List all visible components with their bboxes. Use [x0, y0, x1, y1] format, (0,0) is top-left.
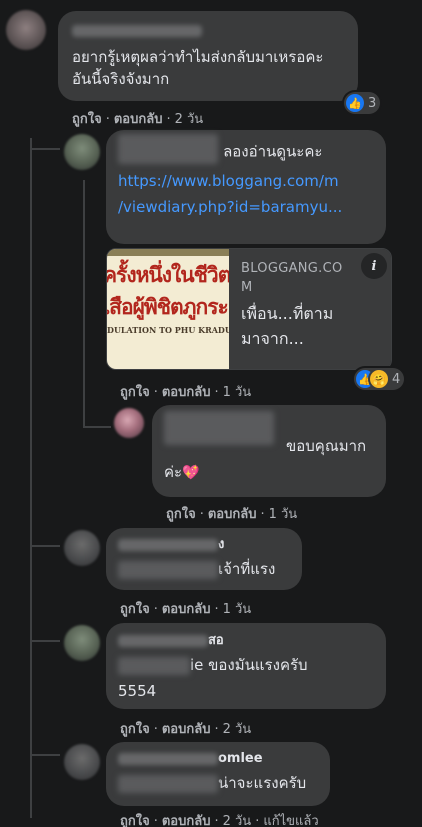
comment-header: ลองอ่านดูนะคะ	[118, 134, 374, 164]
comment-text: อันนี้จริงจังมาก	[72, 70, 170, 88]
comment-actions: ถูกใจ · ตอบกลับ · 1 วัน	[120, 602, 252, 617]
comment-text: 5554	[118, 682, 157, 700]
comment-text: ค่ะ	[164, 463, 183, 481]
reply-button[interactable]: ตอบกลับ	[162, 602, 211, 617]
comment-actions: ถูกใจ · ตอบกลับ · 2 วัน	[72, 112, 204, 127]
comment-bubble: ง เจ้าที่แรง	[106, 528, 302, 590]
avatar[interactable]	[6, 10, 46, 50]
comment-body: เจ้าที่แรง	[118, 558, 290, 580]
reply-button[interactable]: ตอบกลับ	[114, 112, 163, 127]
like-icon: 👍	[346, 94, 364, 112]
care-icon: 🤗	[370, 370, 388, 388]
like-button[interactable]: ถูกใจ	[120, 602, 150, 617]
reply-button[interactable]: ตอบกลับ	[162, 722, 211, 737]
avatar[interactable]	[64, 530, 100, 566]
comment-actions: ถูกใจ · ตอบกลับ · 2 วัน · แก้ไขแล้ว	[120, 814, 319, 827]
link-domain: M	[241, 280, 253, 295]
thread-connector	[30, 545, 60, 547]
author-name[interactable]	[72, 20, 344, 38]
link-preview-info: BLOGGANG.CO M เพื่อน...ที่ตาม มาจาก... i	[229, 249, 391, 369]
comment-bubble: อยากรู้เหตุผลว่าทำไมส่งกลับมาเหรอคะ อันน…	[58, 11, 358, 101]
timestamp[interactable]: 1 วัน	[223, 602, 252, 617]
author-name[interactable]	[164, 411, 274, 445]
author-name[interactable]: สอ	[118, 632, 374, 650]
comment-body: น่าจะแรงครับ	[118, 772, 318, 794]
edited-label[interactable]: แก้ไขแล้ว	[263, 814, 318, 827]
link-title: เพื่อน...ที่ตาม	[241, 304, 334, 323]
like-button[interactable]: ถูกใจ	[120, 722, 150, 737]
image-band	[107, 249, 229, 256]
comment-actions: ถูกใจ · ตอบกลับ · 1 วัน	[120, 385, 252, 400]
avatar[interactable]	[64, 134, 100, 170]
comment-bubble: omlee น่าจะแรงครับ	[106, 742, 330, 806]
comment-text: อยากรู้เหตุผลว่าทำไมส่งกลับมาเหรอคะ	[72, 48, 324, 66]
comment-bubble: ลองอ่านดูนะคะ https://www.bloggang.com/m…	[106, 130, 386, 244]
timestamp[interactable]: 1 วัน	[223, 385, 252, 400]
like-button[interactable]: ถูกใจ	[120, 385, 150, 400]
link-title: มาจาก...	[241, 329, 304, 348]
like-button[interactable]: ถูกใจ	[120, 814, 150, 827]
reply-button[interactable]: ตอบกลับ	[208, 507, 257, 522]
author-name[interactable]: omlee	[118, 750, 318, 768]
comment-text: น่าจะแรงครับ	[218, 774, 307, 792]
thread-connector	[83, 426, 111, 428]
avatar[interactable]	[114, 408, 144, 438]
link-domain: BLOGGANG.CO	[241, 261, 343, 276]
comment-link[interactable]: https://www.bloggang.com/m	[118, 170, 374, 192]
comment-actions: ถูกใจ · ตอบกลับ · 1 วัน	[166, 507, 298, 522]
reply-button[interactable]: ตอบกลับ	[162, 814, 211, 827]
reaction-count: 3	[368, 95, 377, 111]
link-preview-image: ครั้งหนึ่งในชีวิต เสือผู้พิชิตภูกระ DULA…	[107, 249, 229, 369]
comment-body: ค่ะ💖	[164, 461, 374, 483]
comment-actions: ถูกใจ · ตอบกลับ · 2 วัน	[120, 722, 252, 737]
thread-line	[30, 138, 32, 818]
heart-icon: 💖	[182, 465, 200, 481]
timestamp[interactable]: 2 วัน	[223, 722, 252, 737]
comment-bubble: ขอบคุณมาก ค่ะ💖	[152, 405, 386, 497]
comment-link[interactable]: /viewdiary.php?id=baramyu...	[118, 196, 374, 218]
like-button[interactable]: ถูกใจ	[72, 112, 102, 127]
link-preview-card[interactable]: ครั้งหนึ่งในชีวิต เสือผู้พิชิตภูกระ DULA…	[106, 248, 392, 370]
reaction-summary[interactable]: 👍 🤗 4	[354, 368, 405, 390]
thread-connector	[30, 754, 60, 756]
avatar[interactable]	[64, 625, 100, 661]
like-button[interactable]: ถูกใจ	[166, 507, 196, 522]
timestamp[interactable]: 1 วัน	[269, 507, 298, 522]
avatar[interactable]	[64, 744, 100, 780]
author-name[interactable]: ง	[118, 536, 290, 554]
info-icon[interactable]: i	[361, 253, 387, 279]
reaction-count: 4	[392, 371, 401, 387]
comment-text: ลองอ่านดูนะคะ	[223, 142, 323, 161]
comment-text: ขอบคุณมาก	[286, 437, 367, 455]
comment-text: ie ของมันแรงครับ	[190, 656, 308, 674]
reaction-summary[interactable]: 👍 3	[344, 92, 381, 114]
timestamp[interactable]: 2 วัน	[175, 112, 204, 127]
comment-text: เจ้าที่แรง	[218, 560, 276, 578]
author-name[interactable]	[118, 134, 218, 164]
thread-connector	[30, 148, 60, 150]
thread-line-nested	[83, 180, 85, 428]
timestamp[interactable]: 2 วัน	[223, 814, 252, 827]
reply-button[interactable]: ตอบกลับ	[162, 385, 211, 400]
comment-bubble: สอ ie ของมันแรงครับ 5554	[106, 623, 386, 709]
comment-header	[164, 411, 374, 445]
comment-body: ie ของมันแรงครับ	[118, 654, 374, 676]
thread-connector	[30, 640, 60, 642]
